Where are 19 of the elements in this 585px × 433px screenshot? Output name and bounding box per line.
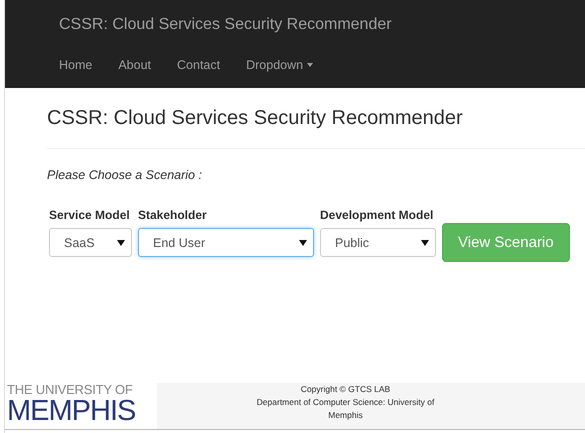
copyright-text: Copyright © GTCS LAB — [300, 383, 390, 396]
select-field[interactable]: SaaS — [49, 228, 132, 257]
caret-icon — [307, 63, 314, 67]
select-field[interactable]: End User — [138, 228, 314, 257]
prompt-text: Please Choose a Scenario : — [47, 168, 203, 182]
nav-link[interactable]: About — [118, 57, 164, 73]
nav-link[interactable]: Contact — [177, 57, 234, 73]
brand-title[interactable]: CSSR: Cloud Services Security Recommender — [59, 15, 392, 35]
select-field[interactable]: Public — [320, 228, 436, 257]
caret-icon — [421, 240, 429, 246]
page-heading: CSSR: Cloud Services Security Recommender — [47, 106, 464, 131]
nav-link[interactable]: Dropdown — [246, 57, 326, 73]
field-label: Service Model — [49, 208, 131, 222]
caret-icon — [117, 240, 125, 246]
nav-link[interactable]: Home — [59, 57, 106, 73]
field-label: Development Model — [320, 208, 434, 222]
caret-icon — [299, 240, 307, 246]
field-label: Stakeholder — [138, 208, 208, 222]
department-text: Department of Computer Science: University of Memphis — [256, 396, 436, 422]
